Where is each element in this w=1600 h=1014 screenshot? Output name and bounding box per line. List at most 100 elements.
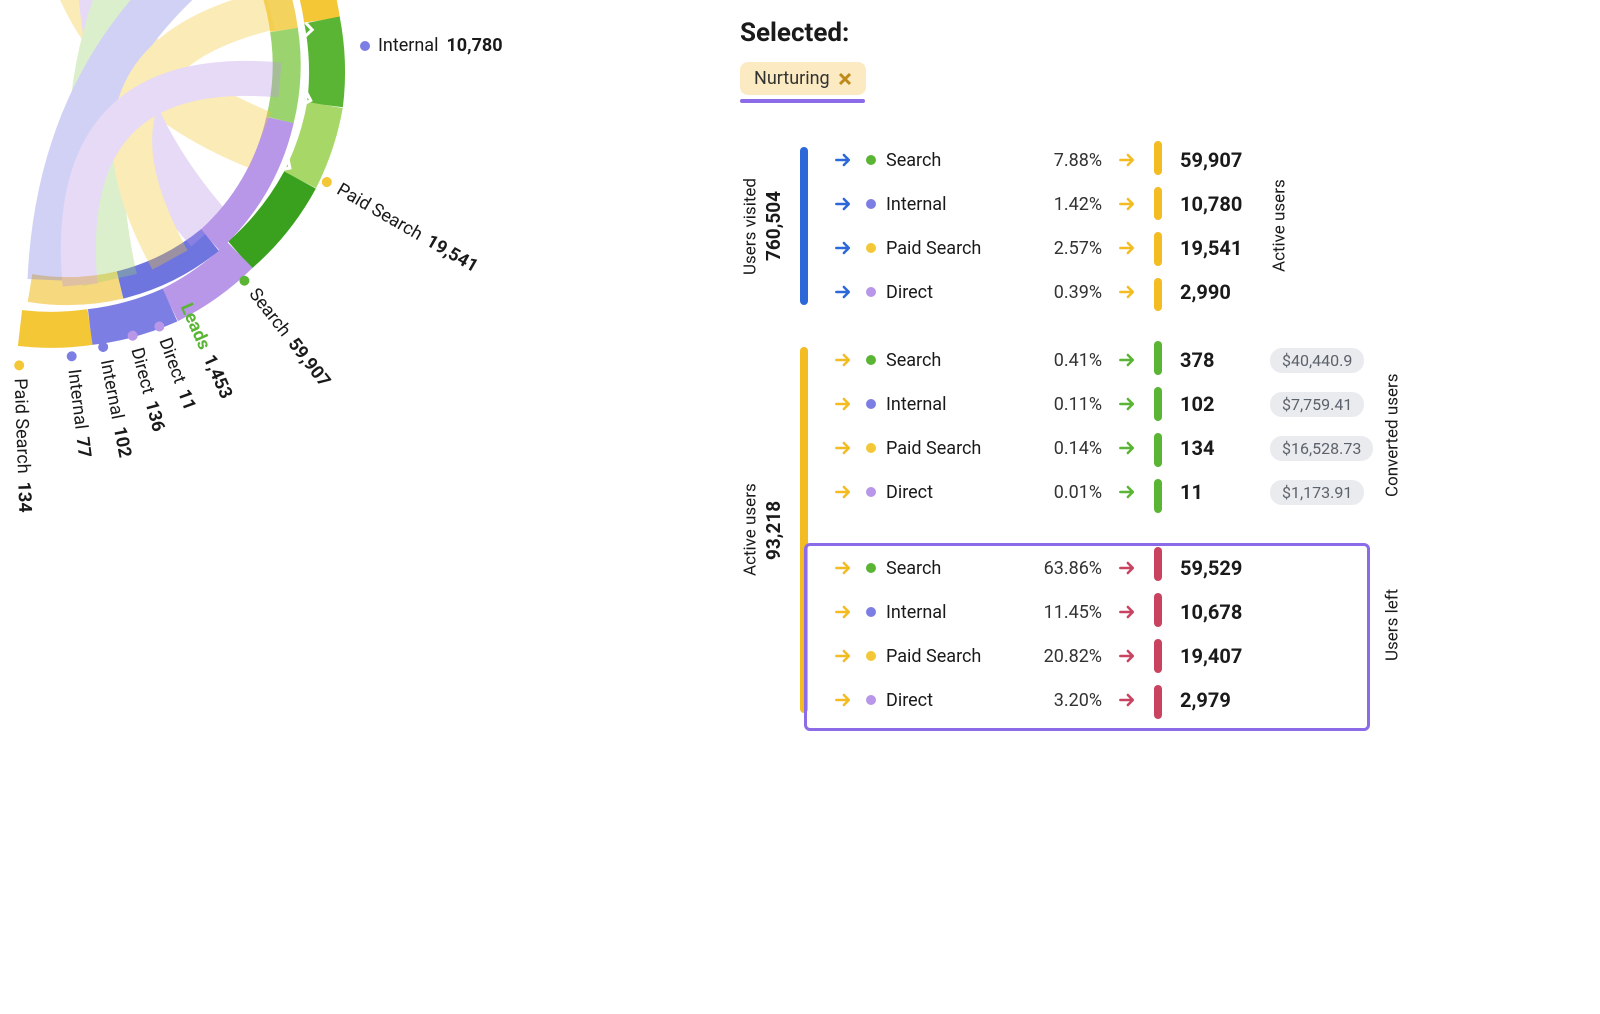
- close-icon[interactable]: [838, 72, 852, 86]
- funnel-count-row: 19,407: [1180, 645, 1373, 667]
- stage-visited-to-active: Users visited 760,504 Search 7.88% Inter…: [740, 141, 1480, 311]
- conversion-rate: 63.86%: [1018, 558, 1102, 579]
- arrow-right-icon: [832, 237, 854, 259]
- channel-name: Direct: [886, 482, 1016, 503]
- channel-dot-icon: [866, 287, 876, 297]
- channel-name: Internal: [886, 194, 1016, 215]
- chord-label-value: 59,907: [284, 334, 335, 391]
- user-count: 2,990: [1180, 280, 1260, 304]
- revenue-badge: $1,173.91: [1270, 480, 1364, 505]
- funnel-row: Paid Search 0.14%: [832, 437, 1138, 459]
- funnel-row: Direct 0.39%: [832, 281, 1138, 303]
- chord-label-name: Search: [245, 284, 296, 341]
- channel-name: Search: [886, 558, 1016, 579]
- conversion-rate: 0.41%: [1018, 350, 1102, 371]
- chord-label-value: 11: [173, 387, 200, 414]
- chord-label-value: 134: [13, 481, 35, 513]
- channel-name: Paid Search: [886, 438, 1016, 459]
- revenue-badge: $16,528.73: [1270, 436, 1373, 461]
- chord-label-name: Direct: [126, 345, 158, 396]
- filter-chip-label: Nurturing: [754, 68, 830, 89]
- conversion-rate: 2.57%: [1018, 238, 1102, 259]
- chip-underline: [740, 99, 865, 103]
- arrow-right-icon: [832, 149, 854, 171]
- arrow-right-icon: [832, 437, 854, 459]
- chord-label-value: 10,780: [446, 35, 502, 56]
- channel-dot-icon: [866, 487, 876, 497]
- channel-name: Search: [886, 350, 1016, 371]
- arrow-right-icon: [1116, 481, 1138, 503]
- stage-to-label: Users left: [1373, 530, 1413, 719]
- channel-dot-icon: [866, 355, 876, 365]
- chord-label-value: 102: [109, 425, 136, 459]
- funnel-row: Search 63.86%: [832, 557, 1138, 579]
- stage-from-bar: [800, 147, 808, 305]
- arrow-right-icon: [1116, 193, 1138, 215]
- stage-to-bar: [1154, 141, 1162, 311]
- panel-title: Selected:: [740, 18, 1480, 48]
- conversion-rate: 0.01%: [1018, 482, 1102, 503]
- chord-label-name: Leads: [176, 300, 215, 353]
- funnel-count-row: 10,678: [1180, 601, 1373, 623]
- conversion-rate: 0.11%: [1018, 394, 1102, 415]
- channel-dot-icon: [866, 155, 876, 165]
- dot-icon: [238, 273, 252, 287]
- stage-from-label: Active users 93,218: [740, 341, 786, 719]
- arrow-right-icon: [832, 393, 854, 415]
- conversion-rate: 0.14%: [1018, 438, 1102, 459]
- arrow-right-icon: [832, 281, 854, 303]
- conversion-rate: 1.42%: [1018, 194, 1102, 215]
- user-count: 59,907: [1180, 148, 1260, 172]
- channel-name: Internal: [886, 394, 1016, 415]
- funnel-count-row: 2,990: [1180, 281, 1260, 303]
- chord-label-paid2: Paid Search 134: [9, 360, 35, 513]
- funnel-row: Search 0.41%: [832, 349, 1138, 371]
- conversion-rate: 20.82%: [1018, 646, 1102, 667]
- chord-label-name: Direct: [154, 335, 190, 386]
- dot-icon: [360, 41, 370, 51]
- channel-name: Internal: [886, 602, 1016, 623]
- filter-chip-nurturing[interactable]: Nurturing: [740, 62, 866, 95]
- arrow-right-icon: [1116, 557, 1138, 579]
- chord-label-search: Search 59,907: [233, 270, 334, 391]
- funnel-count-row: 11 $1,173.91: [1180, 481, 1373, 503]
- user-count: 378: [1180, 348, 1260, 372]
- channel-dot-icon: [866, 607, 876, 617]
- channel-name: Direct: [886, 282, 1016, 303]
- channel-name: Paid Search: [886, 646, 1016, 667]
- chord-label-name: Paid Search: [333, 179, 426, 245]
- stage-to-bar: [1154, 341, 1162, 719]
- funnel-row: Direct 3.20%: [832, 689, 1138, 711]
- dot-icon: [127, 329, 139, 341]
- chord-label-paid: Paid Search 19,541: [318, 170, 482, 277]
- arrow-right-icon: [832, 193, 854, 215]
- user-count: 19,541: [1180, 236, 1260, 260]
- arrow-right-icon: [832, 557, 854, 579]
- conversion-rate: 7.88%: [1018, 150, 1102, 171]
- funnel-row: Paid Search 2.57%: [832, 237, 1138, 259]
- dot-icon: [15, 360, 25, 370]
- funnel-row: Internal 11.45%: [832, 601, 1138, 623]
- chord-label-value: 1,453: [199, 352, 237, 402]
- conversion-rate: 3.20%: [1018, 690, 1102, 711]
- chord-label-name: Paid Search: [10, 378, 34, 474]
- funnel-count-row: 59,529: [1180, 557, 1373, 579]
- funnel-count-row: 134 $16,528.73: [1180, 437, 1373, 459]
- funnel-count-row: 10,780: [1180, 193, 1260, 215]
- chord-label-internal3: Internal 77: [61, 350, 95, 459]
- funnel-count-row: 2,979: [1180, 689, 1373, 711]
- user-count: 134: [1180, 436, 1260, 460]
- channel-dot-icon: [866, 199, 876, 209]
- funnel-row: Search 7.88%: [832, 149, 1138, 171]
- arrow-right-icon: [832, 601, 854, 623]
- funnel-row: Direct 0.01%: [832, 481, 1138, 503]
- revenue-badge: $7,759.41: [1270, 392, 1364, 417]
- arrow-right-icon: [1116, 393, 1138, 415]
- funnel-row: Internal 1.42%: [832, 193, 1138, 215]
- user-count: 11: [1180, 480, 1260, 504]
- arrow-right-icon: [1116, 645, 1138, 667]
- revenue-badge: $40,440.9: [1270, 348, 1364, 373]
- dot-icon: [67, 351, 78, 362]
- user-count: 2,979: [1180, 688, 1260, 712]
- channel-dot-icon: [866, 399, 876, 409]
